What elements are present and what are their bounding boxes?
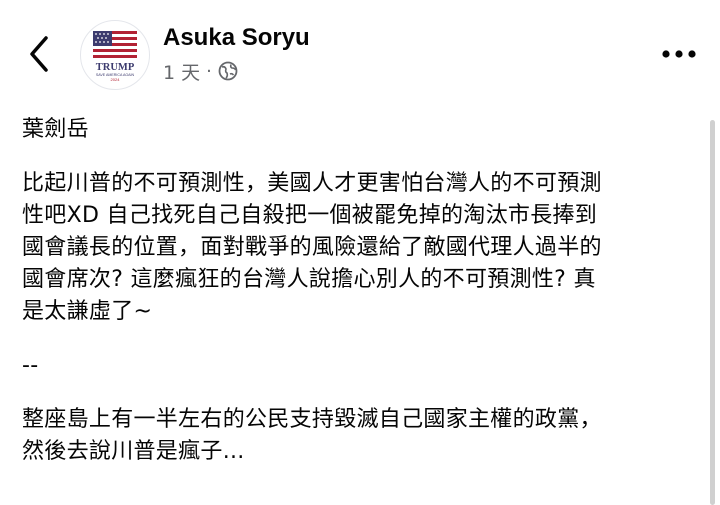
post-line: 然後去說川普是瘋子... [22, 439, 245, 464]
avatar[interactable]: TRUMP SAVE AMERICA AGAIN 2024 [80, 20, 150, 90]
avatar-line1: TRUMP [96, 62, 135, 73]
more-horizontal-icon [662, 50, 696, 58]
post-line [22, 382, 702, 404]
globe-icon [218, 61, 238, 81]
author-name[interactable]: Asuka Soryu [163, 24, 310, 52]
post-line: 比起川普的不可預測性，美國人才更害怕台灣人的不可預測 [22, 171, 602, 196]
timestamp[interactable]: 1 天 [163, 58, 200, 85]
post-header: TRUMP SAVE AMERICA AGAIN 2024 Asuka Sory… [0, 0, 720, 100]
post-line: 國會議長的位置，面對戰爭的風險還給了敵國代理人過半的 [22, 235, 602, 260]
chevron-left-icon [30, 36, 48, 72]
avatar-line3: 2024 [111, 77, 121, 82]
post-line: 整座島上有一半左右的公民支持毀滅自己國家主權的政黨， [22, 407, 602, 432]
post-line: 葉劍岳 [22, 117, 89, 142]
post-line: 是太謙虛了~ [22, 299, 153, 324]
post-line: 性吧XD 自己找死自己自殺把一個被罷免掉的淘汰市長捧到 [22, 203, 598, 228]
post-line [22, 146, 702, 168]
avatar-image: TRUMP SAVE AMERICA AGAIN 2024 [93, 31, 137, 82]
scrollbar[interactable] [710, 120, 715, 505]
back-button[interactable] [22, 32, 58, 76]
post-line: -- [22, 353, 39, 378]
post-meta: 1 天 · [163, 58, 238, 84]
post-line: 國會席次? 這麼瘋狂的台灣人說擔心別人的不可預測性? 真 [22, 267, 596, 292]
post-body: 葉劍岳 比起川普的不可預測性，美國人才更害怕台灣人的不可預測 性吧XD 自己找死… [22, 114, 702, 468]
meta-separator: · [206, 60, 212, 82]
more-options-button[interactable] [658, 40, 700, 68]
post-line [22, 328, 702, 350]
